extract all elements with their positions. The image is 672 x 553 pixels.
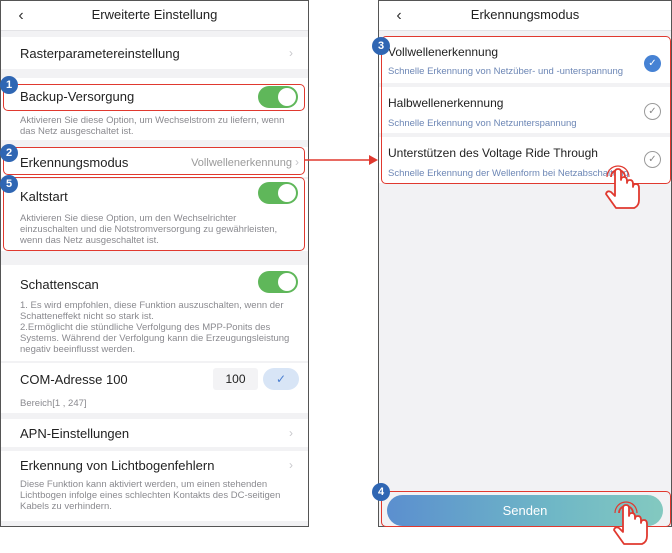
chevron-right-icon: › — [289, 46, 293, 60]
com-confirm-button[interactable]: ✓ — [263, 368, 299, 390]
backup-supply-description: Aktivieren Sie diese Option, um Wechsels… — [20, 115, 285, 137]
step-badge-3: 3 — [372, 37, 390, 55]
chevron-right-icon: › — [289, 426, 293, 440]
com-address-label: COM-Adresse 100 — [20, 372, 128, 387]
highlight-backup — [3, 84, 305, 111]
shadow-scan-description: 1. Es wird empfohlen, diese Funktion aus… — [20, 300, 290, 355]
shadow-scan-section: Schattenscan 1. Es wird empfohlen, diese… — [1, 265, 308, 361]
com-address-input[interactable]: 100 — [213, 368, 258, 390]
nav-bar: ‹ Erweiterte Einstellung — [1, 1, 308, 31]
nav-bar: ‹ Erkennungsmodus — [379, 1, 671, 31]
highlight-options — [381, 36, 671, 184]
grid-parameter-label: Rasterparametereinstellung — [20, 46, 180, 61]
back-chevron-icon[interactable]: ‹ — [11, 6, 31, 26]
arc-fault-label: Erkennung von Lichtbogenfehlern — [20, 458, 215, 473]
toggle-knob — [278, 273, 296, 291]
grid-parameter-row[interactable]: Rasterparametereinstellung › — [1, 37, 308, 69]
com-address-section: COM-Adresse 100 100 ✓ Bereich[1 , 247] — [1, 363, 308, 413]
page-title: Erkennungsmodus — [470, 7, 580, 22]
tap-hand-icon — [605, 165, 640, 209]
step-badge-5: 5 — [0, 175, 18, 193]
advanced-settings-screen: ‹ Erweiterte Einstellung Rasterparameter… — [0, 0, 309, 527]
com-range-text: Bereich[1 , 247] — [20, 398, 87, 409]
step-badge-2: 2 — [0, 144, 18, 162]
chevron-right-icon: › — [289, 458, 293, 472]
step-badge-1: 1 — [0, 76, 18, 94]
page-title: Erweiterte Einstellung — [91, 7, 218, 22]
apn-settings-label: APN-Einstellungen — [20, 426, 130, 441]
shadow-scan-toggle[interactable] — [258, 271, 298, 293]
connector-arrow-icon — [305, 155, 378, 165]
shadow-scan-label: Schattenscan — [20, 277, 99, 292]
tap-hand-icon — [613, 501, 648, 545]
arc-fault-section[interactable]: Erkennung von Lichtbogenfehlern › Diese … — [1, 451, 308, 521]
step-badge-4: 4 — [372, 483, 390, 501]
apn-settings-row[interactable]: APN-Einstellungen › — [1, 419, 308, 447]
highlight-detection-mode — [3, 147, 305, 175]
arc-fault-description: Diese Funktion kann aktiviert werden, um… — [20, 479, 281, 512]
highlight-cold-start — [3, 177, 305, 251]
back-chevron-icon[interactable]: ‹ — [389, 6, 409, 26]
check-icon: ✓ — [275, 372, 287, 386]
